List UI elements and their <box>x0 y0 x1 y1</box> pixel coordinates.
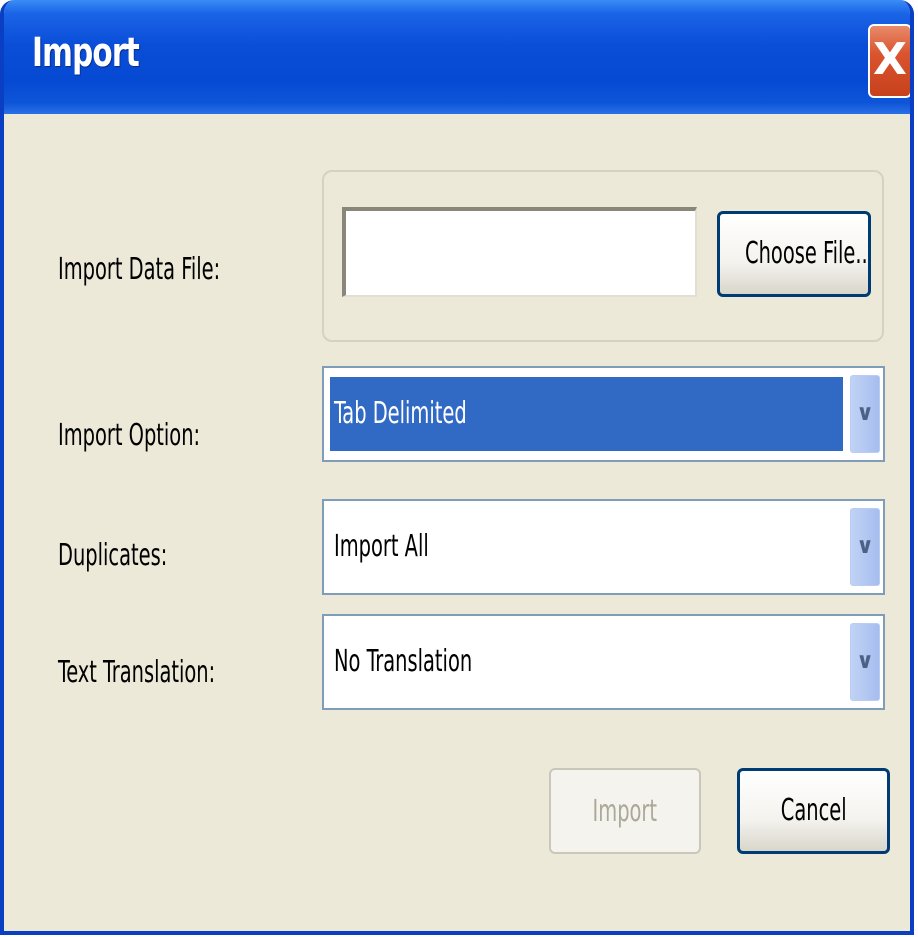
chevron-down-icon[interactable]: ∨ <box>850 623 880 701</box>
import-option-value: Tab Delimited <box>330 377 843 451</box>
duplicates-label: Duplicates: <box>58 538 168 573</box>
dialog-title: Import <box>32 30 140 76</box>
text-translation-select[interactable]: No Translation ∨ <box>322 614 885 710</box>
cancel-button[interactable]: Cancel <box>737 768 890 854</box>
import-option-select[interactable]: Tab Delimited ∨ <box>322 366 885 462</box>
import-button[interactable]: Import <box>549 768 701 854</box>
cancel-button-label: Cancel <box>780 793 847 828</box>
import-button-label: Import <box>592 794 658 829</box>
text-translation-value: No Translation <box>334 644 473 679</box>
close-icon: X <box>873 34 907 85</box>
import-option-label: Import Option: <box>58 418 201 453</box>
choose-file-button-label: Choose File... <box>745 236 871 271</box>
chevron-down-icon[interactable]: ∨ <box>850 508 880 586</box>
import-data-file-label: Import Data File: <box>58 252 221 287</box>
duplicates-value: Import All <box>334 529 429 564</box>
close-button[interactable]: X <box>868 24 910 98</box>
chevron-down-icon[interactable]: ∨ <box>850 375 880 453</box>
text-translation-label: Text Translation: <box>58 655 216 690</box>
import-data-file-field[interactable] <box>342 207 697 297</box>
choose-file-button[interactable]: Choose File... <box>717 211 871 297</box>
duplicates-select[interactable]: Import All ∨ <box>322 499 885 595</box>
title-bar[interactable]: Import X <box>4 0 910 114</box>
